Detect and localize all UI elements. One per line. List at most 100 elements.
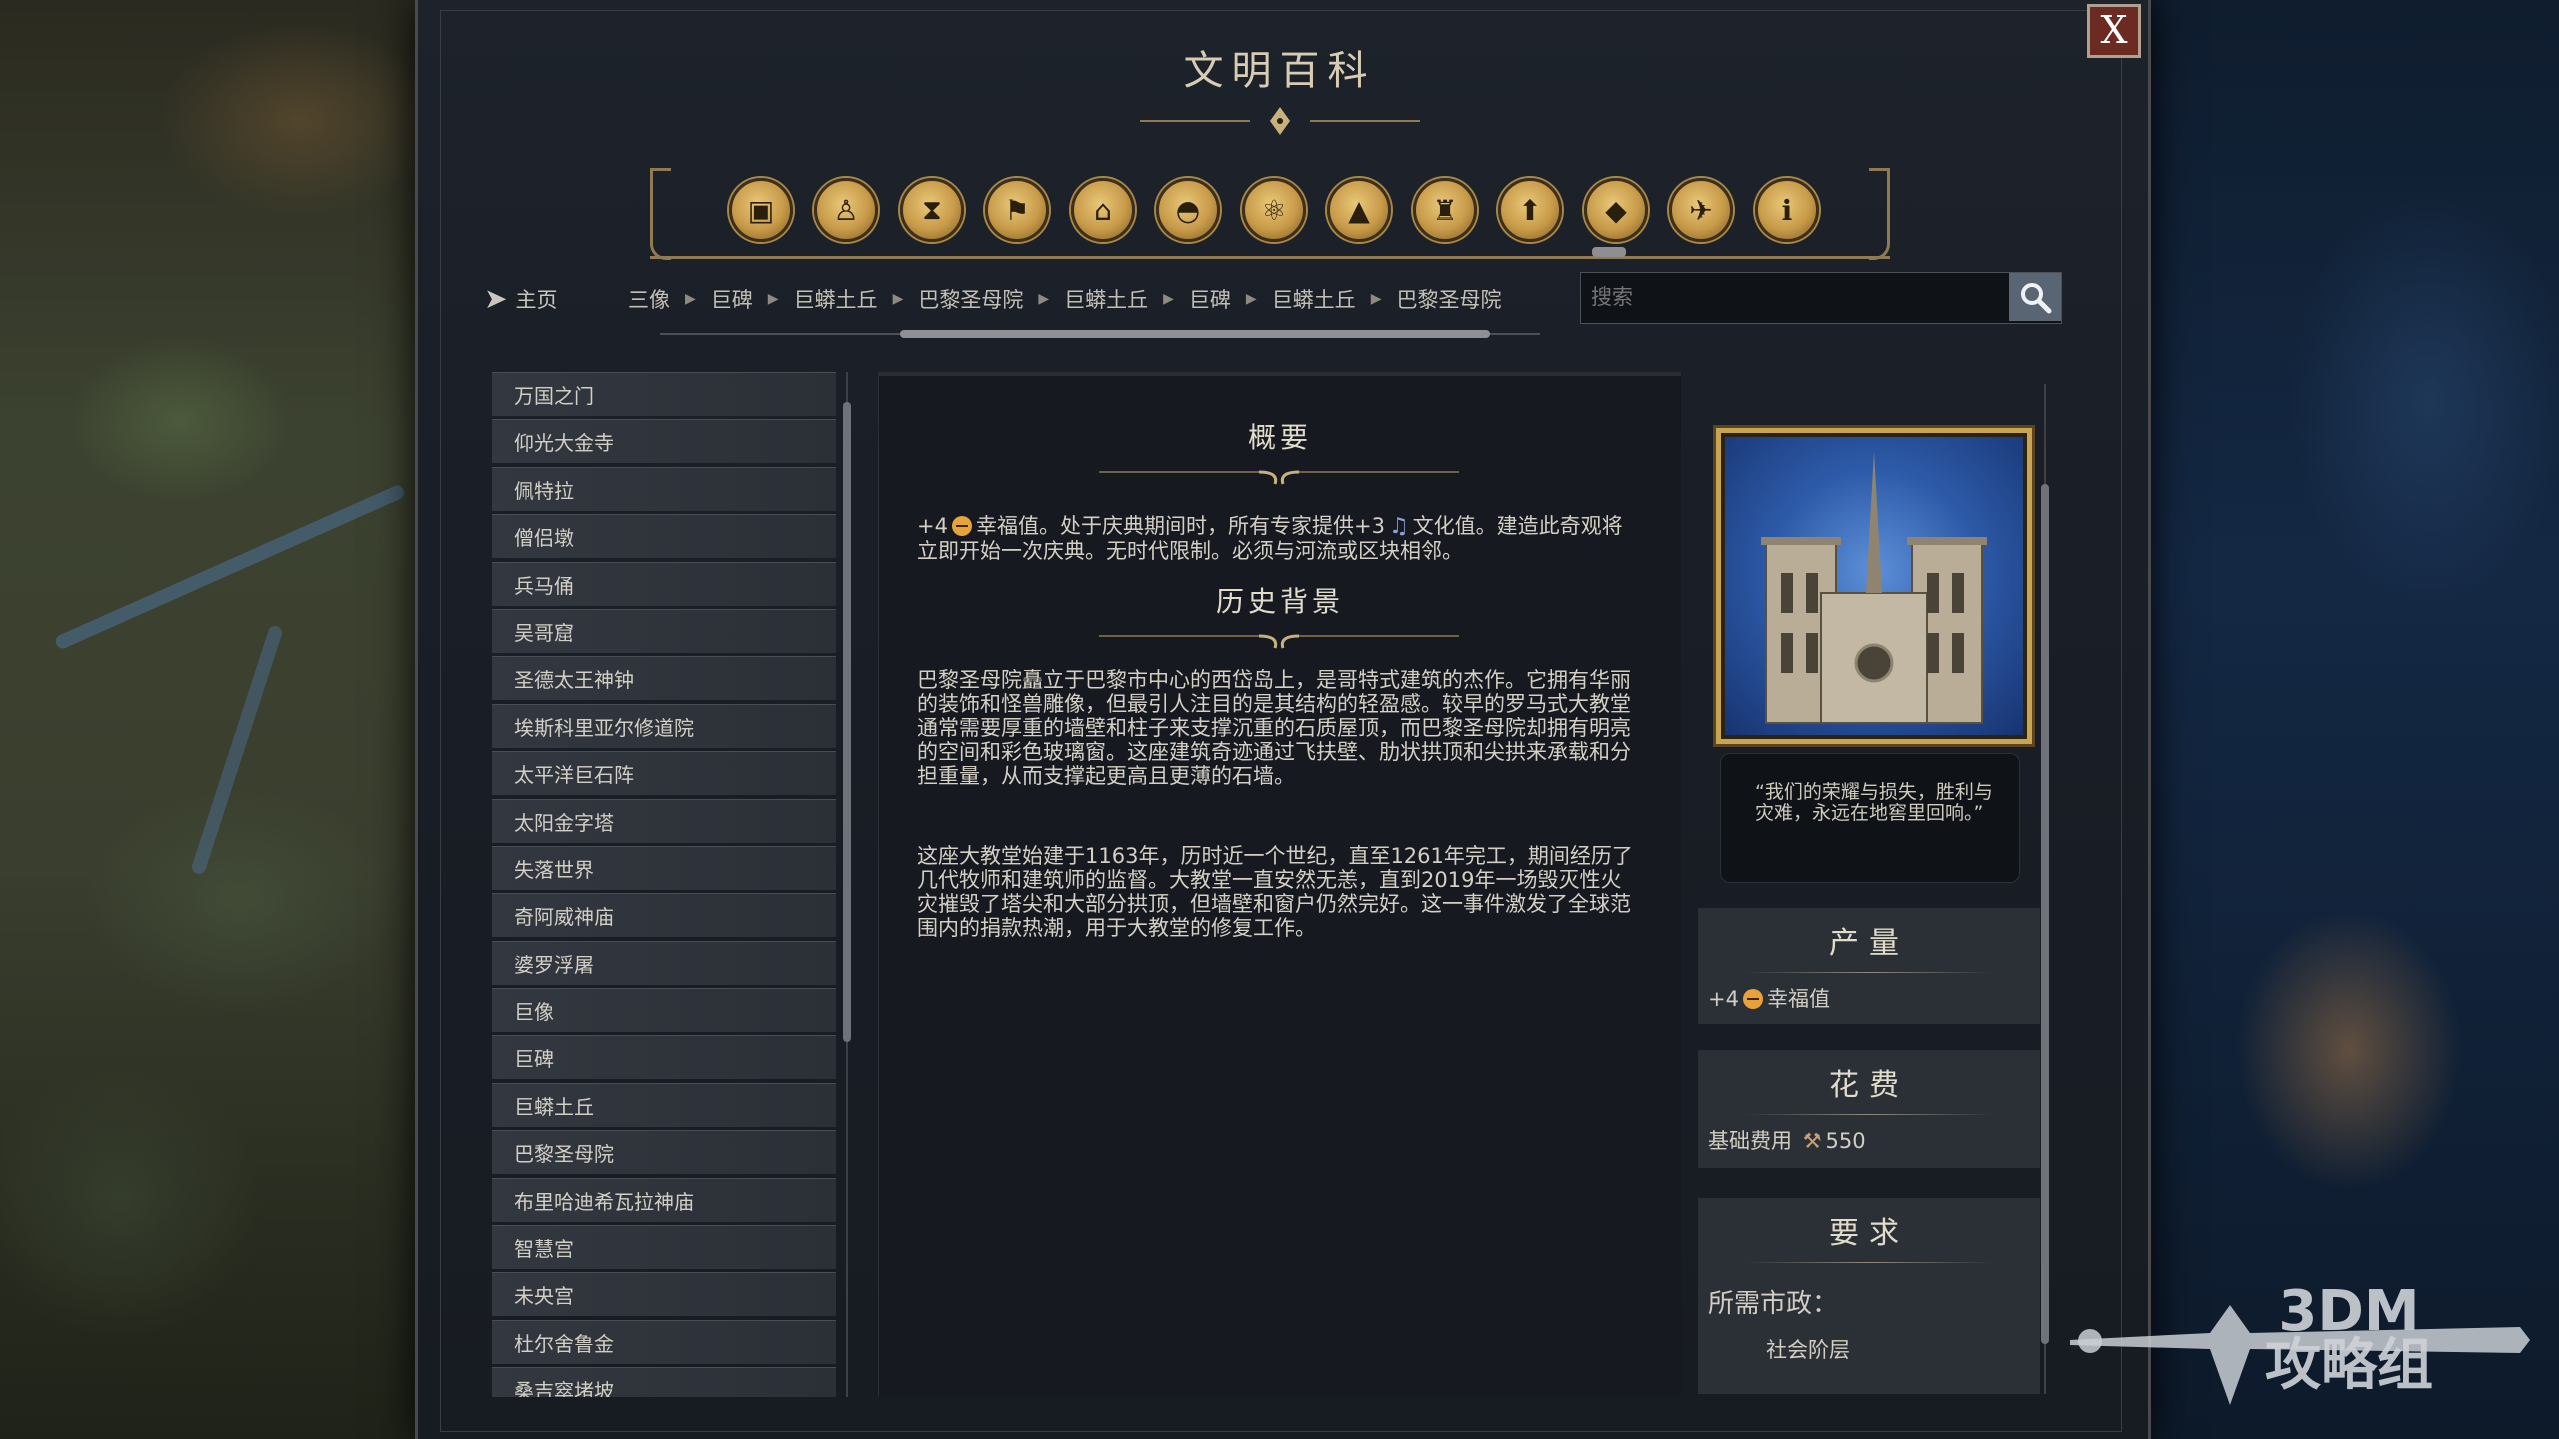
cost-box: 花费 基础费用 ⚒ 550: [1698, 1050, 2040, 1168]
chevron-right-icon: ▶: [1245, 291, 1257, 307]
music-note-icon: ♫: [1388, 514, 1409, 539]
list-item[interactable]: 兵马俑: [492, 561, 836, 606]
production-title: 产量: [1829, 926, 1909, 961]
requirements-title: 要求: [1829, 1216, 1909, 1251]
overview-text: +4 幸福值。处于庆典期间时，所有专家提供+3 ♫ 文化值。建造此奇观将立即开始一次庆…: [917, 514, 1637, 563]
breadcrumb-item[interactable]: 巨蟒土丘: [1272, 284, 1356, 314]
hourglass-icon[interactable]: ⧗: [900, 178, 964, 242]
list-item[interactable]: 巨蟒土丘: [492, 1082, 836, 1127]
list-item[interactable]: 布里哈迪希瓦拉神庙: [492, 1177, 836, 1222]
government-icon[interactable]: ⌂: [1071, 178, 1135, 242]
search-box: [1580, 272, 2062, 324]
happiness-icon: [1742, 989, 1763, 1009]
list-item[interactable]: 巨碑: [492, 1035, 836, 1080]
production-row: +4 幸福值: [1698, 973, 2040, 1023]
units-icon[interactable]: ▣: [729, 178, 793, 242]
technology-icon[interactable]: ⚛: [1242, 178, 1306, 242]
breadcrumb-scrollbar[interactable]: [660, 330, 1540, 338]
list-item[interactable]: 奇阿威神庙: [492, 893, 836, 938]
window-title: 文明百科: [1183, 48, 1376, 94]
info-icon[interactable]: ℹ: [1755, 178, 1819, 242]
list-item[interactable]: 圣德太王神钟: [492, 656, 836, 701]
happiness-icon: [951, 516, 972, 536]
overview-happiness-text: 幸福值。处于庆典期间时，所有专家提供+3: [975, 514, 1385, 538]
list-item[interactable]: 失落世界: [492, 845, 836, 890]
category-bar: ▣ ♙ ⧗ ⚑ ⌂ ◓ ⚛ ▲ ♜ ⬆ ◆ ✈ ℹ: [650, 168, 1890, 260]
watermark: 3DM 攻略组: [2060, 1265, 2530, 1415]
civilization-flag-icon[interactable]: ⚑: [985, 178, 1049, 242]
search-icon: [2021, 283, 2052, 314]
quote-text: “我们的荣耀与损失，胜利与灾难，永远在地窖里回响。”: [1755, 781, 1993, 824]
religion-icon[interactable]: ◓: [1156, 178, 1220, 242]
breadcrumb-item[interactable]: 巨碑: [711, 284, 753, 314]
home-label: 主页: [515, 287, 558, 312]
requirements-label: 所需市政：: [1708, 1289, 1839, 1319]
list-item[interactable]: 太阳金字塔: [492, 798, 836, 843]
breadcrumb-item[interactable]: 巴黎圣母院: [918, 284, 1023, 314]
list-item[interactable]: 仰光大金寺: [492, 419, 836, 464]
cathedral-icon: [1761, 451, 1987, 724]
breadcrumb-item[interactable]: 巴黎圣母院: [1396, 284, 1501, 314]
city-state-icon[interactable]: ♜: [1413, 178, 1477, 242]
overview-title: 概要: [1247, 421, 1312, 454]
list-item[interactable]: 婆罗浮屠: [492, 940, 836, 985]
search-button[interactable]: [2009, 273, 2061, 321]
search-input[interactable]: [1581, 273, 2001, 321]
list-item[interactable]: 埃斯科里亚尔修道院: [492, 703, 836, 748]
overview-prefix: +4: [917, 514, 948, 538]
cost-value: 550: [1825, 1129, 1866, 1153]
production-label: 幸福值: [1766, 987, 1830, 1011]
dove-icon[interactable]: ✈: [1669, 178, 1733, 242]
breadcrumb: 三像 ▶ 巨碑 ▶ 巨蟒土丘 ▶ 巴黎圣母院 ▶ 巨蟒土丘 ▶ 巨碑 ▶ 巨蟒土丘 ▶ 巴黎圣…: [628, 284, 1501, 314]
category-bar-bracket: [1869, 168, 1890, 260]
map-background-left: [0, 0, 420, 1439]
list-item[interactable]: 僧侣墩: [492, 514, 836, 559]
wonder-list: 万国之门 仰光大金寺 佩特拉 僧侣墩 兵马俑 吴哥窟 圣德太王神钟 埃斯科里亚尔…: [492, 372, 836, 1397]
home-link[interactable]: ➤ 主页: [484, 282, 557, 315]
breadcrumb-item[interactable]: 巨碑: [1189, 284, 1231, 314]
history-paragraph: 巴黎圣母院矗立于巴黎市中心的西岱岛上，是哥特式建筑的杰作。它拥有华丽的装饰和怪兽…: [917, 668, 1631, 788]
list-scrollbar[interactable]: [842, 372, 852, 1397]
scrollbar-thumb[interactable]: [843, 402, 851, 1042]
scrollbar-thumb[interactable]: [2041, 484, 2049, 1344]
history-paragraph: 这座大教堂始建于1163年，历时近一个世纪，直至1261年完工，期间经历了几代牧…: [917, 844, 1633, 940]
scrollbar-thumb[interactable]: [900, 330, 1490, 338]
list-item[interactable]: 智慧宫: [492, 1225, 836, 1270]
close-button[interactable]: X: [2087, 4, 2141, 58]
breadcrumb-item[interactable]: 巨蟒土丘: [794, 284, 878, 314]
requirements-value[interactable]: 社会阶层: [1698, 1330, 2040, 1374]
list-item[interactable]: 万国之门: [492, 372, 836, 416]
list-item[interactable]: 佩特拉: [492, 466, 836, 511]
chevron-right-icon: ▶: [1163, 291, 1174, 307]
list-item[interactable]: 吴哥窟: [492, 608, 836, 653]
wonder-portrait: [1716, 428, 2032, 744]
list-item[interactable]: 未央宫: [492, 1272, 836, 1317]
list-item[interactable]: 巴黎圣母院: [492, 1130, 836, 1175]
cost-title: 花费: [1829, 1068, 1909, 1103]
chevron-right-icon: ▶: [1038, 291, 1050, 307]
title-ornament: [1140, 107, 1420, 135]
list-item[interactable]: 太平洋巨石阵: [492, 751, 836, 796]
watermark-line: 攻略组: [2265, 1333, 2433, 1398]
section-ornament: [1099, 470, 1459, 485]
breadcrumb-item[interactable]: 巨蟒土丘: [1064, 284, 1148, 314]
section-ornament: [1099, 634, 1459, 649]
back-arrow-icon: ➤: [484, 282, 508, 315]
breadcrumb-item[interactable]: 三像: [628, 284, 670, 314]
promotion-icon[interactable]: ⬆: [1498, 178, 1562, 242]
list-item[interactable]: 桑吉窣堵坡: [492, 1367, 836, 1397]
chevron-right-icon: ▶: [1370, 291, 1382, 307]
cost-row: 基础费用 ⚒ 550: [1698, 1115, 2040, 1165]
cost-label: 基础费用: [1708, 1129, 1792, 1153]
requirements-box: 要求 所需市政： 社会阶层: [1698, 1198, 2040, 1394]
list-item[interactable]: 杜尔舍鲁金: [492, 1319, 836, 1364]
terrain-icon[interactable]: ▲: [1327, 178, 1391, 242]
wonders-icon[interactable]: ◆: [1584, 178, 1648, 242]
map-background-right: [2129, 0, 2559, 1439]
great-people-icon[interactable]: ♙: [814, 178, 878, 242]
production-value: +4: [1708, 987, 1739, 1011]
hammer-icon: ⚒: [1802, 1129, 1822, 1153]
chevron-right-icon: ▶: [685, 291, 696, 307]
sidebar-scrollbar[interactable]: [2040, 384, 2050, 1394]
list-item[interactable]: 巨像: [492, 988, 836, 1033]
